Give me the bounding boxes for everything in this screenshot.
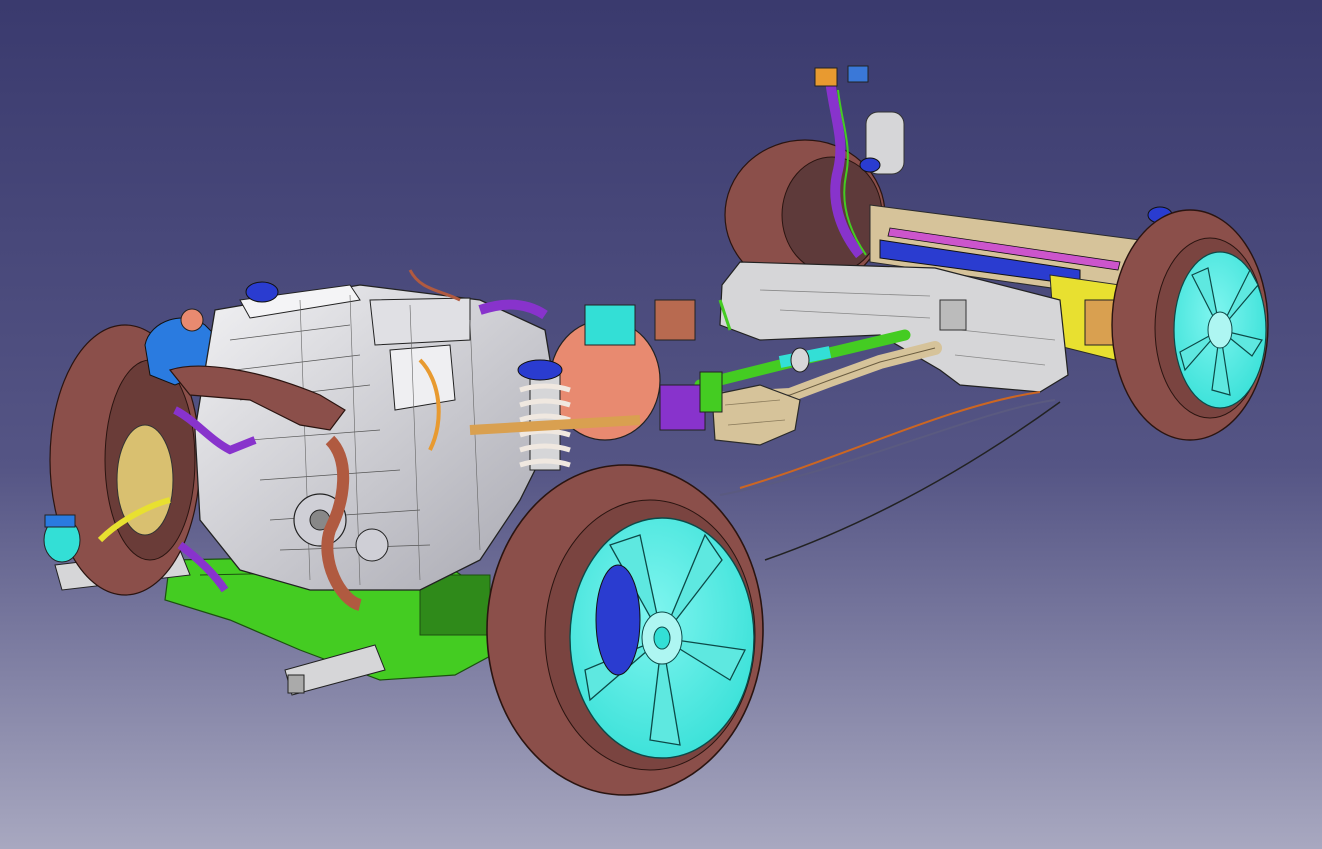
rear-damper [1084,299,1116,346]
chassis-model-render[interactable] [0,0,1322,849]
filler-cap [814,67,838,87]
brake-caliper [595,564,641,676]
tcu-module [584,304,636,346]
filler-flap [847,65,869,83]
rear-right-wheel[interactable] [1111,209,1269,441]
strut-top-mount [517,359,563,381]
fuel-pump [939,299,967,331]
front-right-wheel[interactable] [486,464,764,796]
actuator [659,384,706,431]
3d-viewport[interactable] [0,0,1322,849]
front-left-hub [43,514,81,563]
engine-cover-plate [389,344,456,411]
